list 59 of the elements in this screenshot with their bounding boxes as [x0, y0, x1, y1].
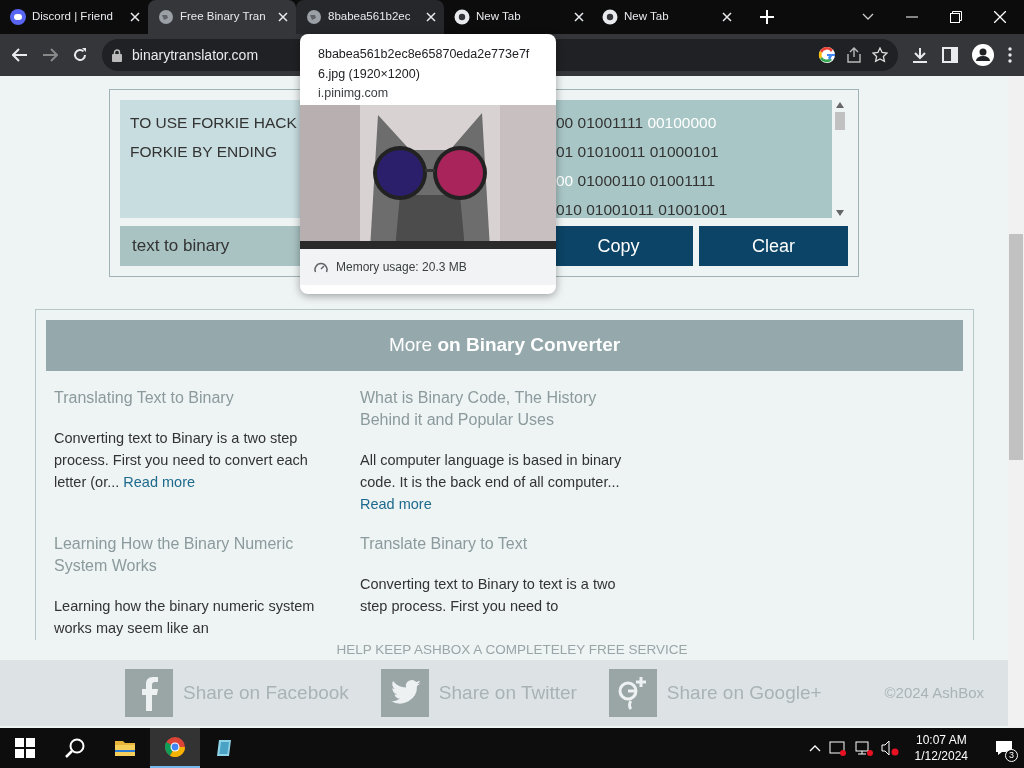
preview-host: i.pinimg.com [317, 85, 390, 102]
close-icon[interactable] [426, 12, 436, 22]
scroll-down-icon[interactable] [836, 210, 844, 216]
article-excerpt: Converting text to Binary is a two step process. First you need to convert each letter (or... Read more [54, 428, 309, 492]
clock-time[interactable]: 10:07 AM [914, 732, 968, 748]
windows-start-icon[interactable] [15, 738, 35, 758]
star-icon[interactable] [872, 47, 888, 63]
clock-date[interactable]: 1/12/2024 [914, 748, 968, 764]
browser-tab[interactable]: 8babea561b2ec [296, 0, 444, 34]
side-panel-icon[interactable] [942, 47, 958, 63]
close-icon[interactable] [130, 12, 140, 22]
close-icon[interactable] [278, 12, 288, 22]
scroll-up-icon[interactable] [836, 102, 844, 108]
article-excerpt: Learning how the binary numeric system works may seem like an [54, 596, 316, 638]
copy-button[interactable]: Copy [556, 226, 693, 266]
meet-now-icon[interactable] [828, 740, 847, 756]
share-icon[interactable] [846, 47, 862, 63]
speaker-muted-icon[interactable] [880, 740, 899, 756]
globe-icon [158, 9, 174, 25]
article-excerpt: All computer language is based in binary code. It is the back end of all computer... Read more [360, 450, 623, 514]
folder-icon[interactable] [115, 738, 135, 758]
browser-tab[interactable]: Discord | Friend [0, 0, 148, 34]
close-icon[interactable] [574, 12, 584, 22]
close-icon[interactable] [722, 12, 732, 22]
gauge-icon [314, 260, 328, 273]
discord-icon [10, 9, 26, 25]
chrome-icon[interactable] [165, 737, 185, 757]
search-icon[interactable] [65, 738, 85, 758]
notification-icon [995, 740, 1013, 756]
forward-arrow-icon [42, 48, 58, 62]
browser-tab[interactable]: Free Binary Tran [148, 0, 296, 34]
memory-usage-text: Memory usage: 20.3 MB [336, 258, 467, 276]
chevron-down-icon[interactable] [862, 13, 874, 21]
article-excerpt: Converting text to Binary to text is a two step process. First you need to [360, 574, 617, 616]
lock-icon [112, 48, 122, 62]
back-arrow-icon[interactable] [12, 48, 28, 62]
scroll-thumb[interactable] [835, 112, 845, 130]
download-icon[interactable] [912, 47, 928, 63]
menu-icon[interactable] [1008, 47, 1012, 63]
chrome-icon [454, 9, 470, 25]
plus-icon[interactable] [760, 10, 774, 24]
browser-tab[interactable]: New Tab [444, 0, 592, 34]
notification-button[interactable]: 3 [984, 728, 1024, 768]
browser-tab[interactable]: New Tab [592, 0, 740, 34]
read-more-link[interactable]: Read more [360, 495, 432, 512]
reload-icon[interactable] [72, 47, 88, 63]
globe-icon [306, 9, 322, 25]
google-icon[interactable] [818, 46, 836, 64]
chevron-up-icon[interactable] [808, 744, 821, 752]
chrome-icon [602, 9, 618, 25]
read-more-link[interactable]: Read more [123, 473, 196, 490]
profile-icon[interactable] [972, 44, 994, 66]
notification-count: 3 [1005, 749, 1018, 762]
network-icon[interactable] [854, 740, 873, 756]
scroll-thumb[interactable] [1009, 234, 1023, 460]
section-heading: More on Binary Converter [46, 320, 963, 371]
clear-button[interactable]: Clear [699, 226, 848, 266]
restore-icon[interactable] [950, 11, 962, 23]
notice-text: HELP KEEP ASHBOX A COMPLETELEY FREE SERVICE [335, 641, 689, 659]
